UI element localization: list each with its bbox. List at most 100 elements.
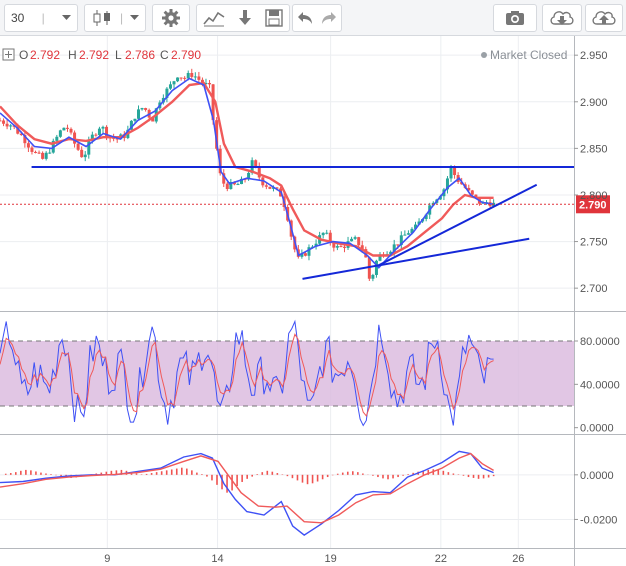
candle-body: [470, 190, 474, 195]
undo-icon[interactable]: [297, 11, 313, 25]
candle-body: [172, 81, 176, 85]
settings-button[interactable]: [152, 4, 190, 32]
candle-body: [0, 120, 2, 122]
low-label: L: [115, 48, 122, 62]
time-tick-label: 19: [324, 553, 336, 565]
candle-body: [342, 246, 346, 248]
candle-body: [41, 152, 45, 159]
camera-icon: [506, 11, 524, 25]
indicators-icon[interactable]: [203, 9, 225, 27]
candle-body: [140, 108, 144, 110]
market-status: Market Closed: [490, 48, 567, 62]
candle-body: [208, 82, 212, 85]
price-tick-label: 2.950: [580, 50, 608, 62]
candle-body: [58, 130, 62, 137]
candle-body: [133, 118, 137, 121]
candle-body: [357, 237, 361, 246]
high-value: 2.792: [79, 48, 109, 62]
candle-body: [55, 136, 59, 141]
close-value: 2.790: [171, 48, 201, 62]
candle-body: [37, 152, 41, 154]
compare-icon[interactable]: [237, 9, 253, 27]
candle-body: [449, 166, 453, 179]
candle-body: [179, 77, 183, 79]
candle-body: [339, 246, 343, 248]
candle-body: [144, 108, 148, 110]
candle-body: [190, 72, 194, 77]
save-chart-button[interactable]: [585, 4, 623, 32]
candle-body: [101, 126, 105, 129]
candle-body: [97, 128, 101, 136]
open-label: O: [19, 48, 28, 62]
candle-body: [396, 244, 400, 246]
close-label: C: [160, 48, 169, 62]
candle-body: [186, 72, 190, 79]
high-label: H: [68, 48, 77, 62]
candle-body: [94, 134, 98, 136]
chart-style-select[interactable]: |: [84, 4, 146, 32]
macd-tick-label: -0.0200: [580, 514, 617, 526]
time-tick-label: 9: [104, 553, 110, 565]
candle-body: [44, 152, 48, 159]
price-tick-label: 2.800: [580, 190, 608, 202]
candle-body: [105, 126, 109, 138]
candle-body: [48, 152, 52, 154]
candle-body: [268, 186, 272, 189]
candle-body: [325, 232, 329, 234]
candle-body: [168, 84, 172, 89]
redo-icon[interactable]: [321, 11, 337, 25]
candle-body: [197, 76, 201, 80]
time-tick-label: 14: [211, 553, 223, 565]
candle-body: [193, 76, 197, 78]
market-status-dot: [481, 52, 487, 58]
candle-body: [403, 234, 407, 236]
candle-body: [183, 77, 187, 79]
candle-body: [62, 127, 66, 131]
candle-body: [264, 185, 268, 187]
chart-toolbar: 30 | |: [0, 0, 626, 36]
save-icon[interactable]: [265, 9, 283, 27]
price-tick-label: 2.700: [580, 283, 608, 295]
candle-body: [371, 274, 375, 279]
candle-body: [176, 77, 180, 82]
interval-value: 30: [11, 11, 25, 25]
candle-body: [69, 128, 73, 133]
candle-body: [26, 143, 30, 148]
price-tick-label: 2.900: [580, 97, 608, 109]
candle-body: [321, 232, 325, 236]
candle-body: [350, 238, 354, 242]
candle-body: [353, 237, 357, 239]
candle-body: [5, 123, 9, 127]
macd-tick-label: 0.0000: [580, 470, 614, 482]
candle-body: [80, 149, 84, 158]
candle-body: [335, 246, 339, 248]
history-group: [292, 4, 342, 32]
chevron-down-icon: [130, 15, 139, 20]
cloud-download-icon: [550, 11, 574, 25]
time-tick-label: 26: [512, 553, 524, 565]
candle-body: [254, 160, 258, 167]
interval-select[interactable]: 30 |: [4, 4, 78, 32]
candle-body: [65, 127, 69, 129]
chevron-down-icon: [61, 15, 71, 20]
tools-group: [196, 4, 290, 32]
candle-body: [303, 253, 307, 256]
candle-body: [30, 147, 34, 152]
candle-body: [34, 151, 38, 153]
gear-icon: [162, 9, 180, 27]
svg-text:O 2.792 H 2.: O 2.792 H 2.792 L 2.786 C 2.790: [19, 48, 201, 62]
open-value: 2.792: [30, 48, 60, 62]
time-tick-label: 22: [435, 553, 447, 565]
candle-body: [406, 233, 410, 235]
candle-body: [73, 132, 77, 144]
chart-area[interactable]: 2.790 9 14 19 22 26 2.950 2.900 2.850 2.800 2.750…: [0, 36, 626, 566]
snapshot-button[interactable]: [493, 4, 537, 32]
candle-body: [2, 120, 6, 124]
plot-background: [0, 36, 574, 566]
candle-body: [9, 125, 13, 127]
candle-body: [225, 183, 229, 189]
low-value: 2.786: [125, 48, 155, 62]
osc-tick-label: 40.0000: [580, 379, 620, 391]
load-chart-button[interactable]: [542, 4, 582, 32]
osc-tick-label: 0.0000: [580, 423, 614, 435]
